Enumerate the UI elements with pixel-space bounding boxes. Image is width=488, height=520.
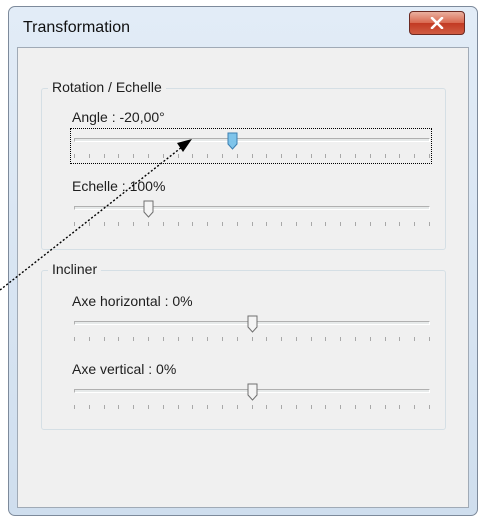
dotted-arrow-icon bbox=[0, 139, 192, 291]
